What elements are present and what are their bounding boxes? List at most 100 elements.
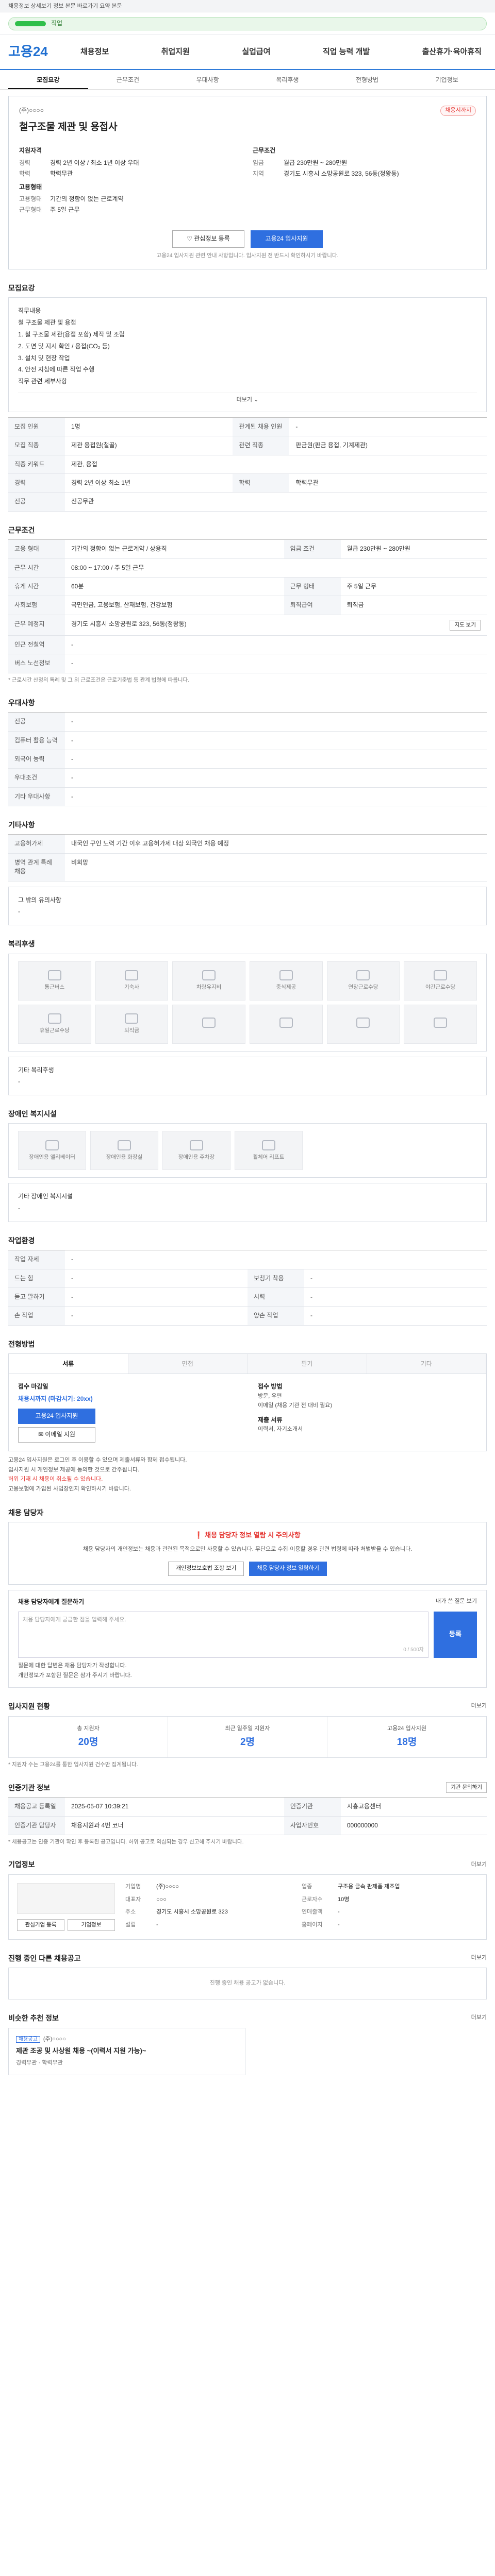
scrap-button[interactable]: ♡ 관심정보 등록 xyxy=(172,230,244,248)
work-table: 고용 형태 기간의 정함이 없는 근로계약 / 상용직 임금 조건 월급 230만원 … xyxy=(8,539,487,673)
row-key: 모집 직종 xyxy=(8,436,65,455)
info-value: 경기도 시흥시 소망공원로 323 xyxy=(156,1909,228,1916)
row-value: 08:00 ~ 17:00 / 주 5일 근무 xyxy=(65,558,487,578)
question-input[interactable]: 채용 담당자에게 궁금한 점을 입력해 주세요. 0 / 500자 xyxy=(18,1611,428,1658)
status-caption: * 지원자 수는 고용24를 통한 입사지원 건수만 집계됩니다. xyxy=(8,1761,138,1768)
duty-line: 2. 도면 및 지시 확인 / 용접(CO₂ 등) xyxy=(18,342,110,350)
row-key: 근무 예정지 xyxy=(8,615,65,636)
job-title: 철구조물 제관 및 용접사 xyxy=(19,121,118,132)
welfare-label: 중식제공 xyxy=(276,984,296,990)
kv-key: 학력 xyxy=(19,170,31,178)
row-value: - xyxy=(65,1287,248,1307)
view-manager-button[interactable]: 채용 담당자 정보 열람하기 xyxy=(249,1561,327,1576)
duty-line: 4. 안전 지침에 따른 작업 수행 xyxy=(18,366,95,374)
qa-title: 채용 담당자에게 질문하기 xyxy=(18,1598,85,1605)
tab-recruit[interactable]: 모집요강 xyxy=(8,70,88,89)
gnb-item[interactable]: 취업지원 xyxy=(161,46,190,58)
stat-label: 고용24 입사지원 xyxy=(387,1725,426,1732)
row-value: 전공무관 xyxy=(65,492,487,512)
apply-notice: 고용24 입사지원 관련 안내 사항입니다. 입사지원 전 반드시 확인하시기 … xyxy=(156,252,339,259)
welfare-item: 차량유지비 xyxy=(172,961,245,1001)
gnb-item[interactable]: 직업 능력 개발 xyxy=(323,46,370,58)
kv-value: 기간의 정함이 없는 근로계약 xyxy=(50,195,124,203)
company-info-button[interactable]: 기업정보 xyxy=(68,1919,115,1931)
agency-table: 채용공고 등록일 2025-05-07 10:39:21 인증기관 시흥고용센터 인증… xyxy=(8,1797,487,1836)
search-input[interactable]: 직업 xyxy=(8,17,487,30)
tab-company[interactable]: 기업정보 xyxy=(407,70,487,89)
condition-section: 작업환경 작업 자세 - 드는 힘 - 보청기 착용 - 듣고 말하기 - 시력 - 손 작업… xyxy=(8,1235,487,1326)
table-row: 듣고 말하기 - 시력 - xyxy=(8,1287,487,1307)
row-value: - xyxy=(304,1269,487,1289)
row-value: 판금원(판금 용접, 기계제관) xyxy=(289,436,487,455)
row-key: 양손 작업 xyxy=(248,1306,304,1326)
similar-job-card[interactable]: 채용공고 (주)○○○○ 제관 조공 및 사상원 채용 ~(이력서 지원 가능)~… xyxy=(8,2027,245,2076)
site-logo[interactable]: 고용24 xyxy=(8,42,80,62)
row-key: 휴게 시간 xyxy=(8,577,65,597)
duty-line: 철 구조물 제관 및 용접 xyxy=(18,319,76,327)
company-name[interactable]: (주)○○○○ xyxy=(19,106,44,115)
submit-question-button[interactable]: 등록 xyxy=(434,1611,477,1658)
screen-tab[interactable]: 필기 xyxy=(248,1354,367,1374)
tab-prefer[interactable]: 우대사항 xyxy=(168,70,248,89)
heart-icon: ♡ xyxy=(187,235,194,243)
more-label: 더보기 xyxy=(236,396,253,403)
skip-nav-text[interactable]: 채용정보 상세보기 정보 본문 바로가기 요약 본문 xyxy=(8,3,122,9)
agency-contact-button[interactable]: 기관 문의하기 xyxy=(446,1782,487,1793)
row-value: 내국인 구인 노력 기간 이후 고용허가제 대상 외국인 채용 예정 xyxy=(65,834,487,854)
row-key: 학력 xyxy=(233,473,290,493)
welfare-item xyxy=(172,1004,245,1044)
info-value: ○○○ xyxy=(156,1896,167,1903)
note-line: 입사지원 시 개인정보 제공에 동의한 것으로 간주됩니다. xyxy=(8,1466,140,1473)
screen-tab[interactable]: 기타 xyxy=(367,1354,486,1374)
recruit-table: 모집 인원 1명 관계된 채용 인원 - 모집 직종 제관 용접원(철골) 관련 직종 판금… xyxy=(8,417,487,512)
screen-tab[interactable]: 서류 xyxy=(9,1354,128,1374)
qa-note: 개인정보가 포함된 질문은 삼가 주시기 바랍니다. xyxy=(18,1672,132,1679)
deadline-column: 접수 마감일 채용시까지 (마감시기: 20xx) 고용24 입사지원 ✉ 이메… xyxy=(18,1382,237,1443)
similar-more-link[interactable]: 더보기 xyxy=(471,2014,487,2022)
benefit-icon xyxy=(434,1017,448,1028)
welfare-label: 퇴직금 xyxy=(124,1027,139,1033)
privacy-law-button[interactable]: 개인정보보호법 조항 보기 xyxy=(168,1561,244,1576)
table-row: 전공 - xyxy=(8,712,487,732)
question-placeholder: 채용 담당자에게 궁금한 점을 입력해 주세요. xyxy=(23,1616,126,1623)
qualify-title: 지원자격 xyxy=(19,147,42,155)
method-title: 접수 방법 xyxy=(258,1383,283,1391)
row-value: 경력 2년 이상 최소 1년 xyxy=(65,473,233,493)
tab-welfare[interactable]: 복리후생 xyxy=(248,70,327,89)
company-info: 기업명 (주)○○○○ 업종 구조용 금속 판제품 제조업 대표자 ○○○ 근로자수 10명… xyxy=(125,1883,478,1931)
gnb-item[interactable]: 채용정보 xyxy=(80,46,109,58)
gnb-item[interactable]: 출산휴가·육아휴직 xyxy=(422,46,482,58)
info-key: 설립 xyxy=(125,1922,136,1928)
info-key: 기업명 xyxy=(125,1883,141,1890)
company-more-link[interactable]: 더보기 xyxy=(471,1861,487,1869)
tab-work[interactable]: 근무조건 xyxy=(88,70,168,89)
row-value: 학력무관 xyxy=(289,473,487,493)
more-button[interactable]: 더보기 ⌄ xyxy=(18,392,477,404)
tab-screen[interactable]: 전형방법 xyxy=(327,70,407,89)
etc-table: 고용허가제 내국인 구인 노력 기간 이후 고용허가제 대상 외국인 채용 예정 … xyxy=(8,834,487,882)
disabled-etc-box: 기타 장애인 복지시설 - xyxy=(8,1183,487,1222)
email-apply-button[interactable]: ✉ 이메일 지원 xyxy=(18,1427,95,1443)
section-title: 채용 담당자 xyxy=(8,1508,44,1517)
company-logo xyxy=(17,1883,115,1914)
screen-apply-button[interactable]: 고용24 입사지원 xyxy=(18,1408,95,1424)
info-key: 홈페이지 xyxy=(302,1922,323,1928)
retirement-icon xyxy=(125,1013,139,1024)
section-title: 우대사항 xyxy=(8,698,35,707)
follow-company-button[interactable]: 관심기업 등록 xyxy=(17,1919,64,1931)
apply-button[interactable]: 고용24 입사지원 xyxy=(251,230,323,248)
row-value: 60분 xyxy=(65,577,284,597)
search-highlight xyxy=(15,21,46,26)
info-value: - xyxy=(338,1909,340,1916)
disabled-box: 장애인용 엘리베이터 장애인용 화장실 장애인용 주차장 휠체어 리프트 xyxy=(8,1123,487,1178)
warning-text: 채용 담당자 정보 열람 시 주의사항 xyxy=(205,1531,301,1539)
gnb-item[interactable]: 실업급여 xyxy=(242,46,270,58)
others-more-link[interactable]: 더보기 xyxy=(471,1954,487,1962)
map-button[interactable]: 지도 보기 xyxy=(450,619,481,631)
row-key: 전공 xyxy=(8,712,65,732)
row-value: 기간의 정함이 없는 근로계약 / 상용직 xyxy=(65,539,284,559)
my-questions-link[interactable]: 내가 쓴 질문 보기 xyxy=(436,1598,477,1606)
card-meta: 경력무관 · 학력무관 xyxy=(16,2060,63,2066)
status-more-link[interactable]: 더보기 xyxy=(471,1702,487,1710)
screen-tab[interactable]: 면접 xyxy=(128,1354,248,1374)
